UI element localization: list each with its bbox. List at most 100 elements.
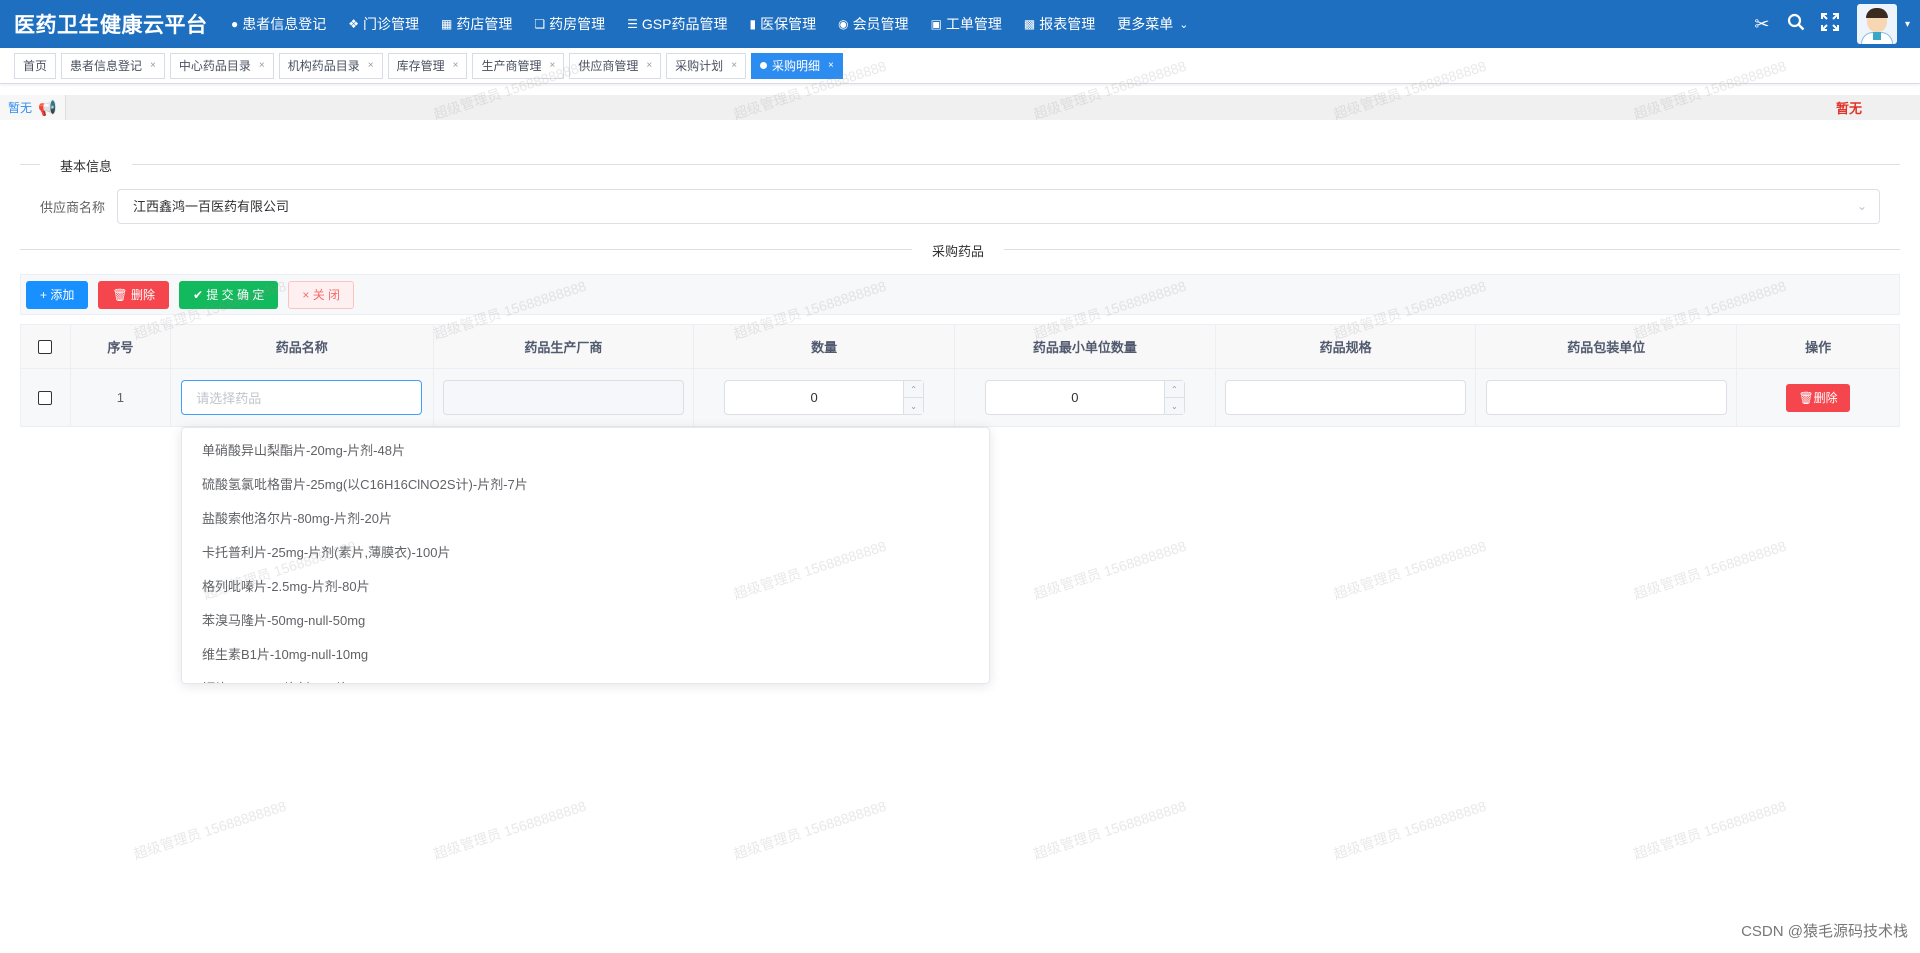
close-icon[interactable]: × [453, 54, 459, 78]
drug-option[interactable]: 维生素B1片-10mg-null-10mg [182, 638, 989, 672]
scissors-icon[interactable]: ✂ [1745, 14, 1779, 35]
tab-inventory[interactable]: 库存管理 × [387, 52, 468, 79]
footer-credit: CSDN @猿毛源码技术栈 [1741, 923, 1908, 940]
close-icon[interactable]: × [549, 54, 555, 78]
plus-icon: + [40, 287, 51, 302]
header-manufacturer: 药品生产厂商 [433, 325, 695, 369]
watermark: 超级管理员 15688888888 [1631, 797, 1789, 863]
quantity-stepper[interactable]: 0 ⌃ ⌄ [724, 380, 925, 415]
tab-supplier[interactable]: 供应商管理 × [569, 52, 662, 79]
drug-option[interactable]: 格列吡嗪片-2.5mg-片剂-80片 [182, 570, 989, 604]
nav-patient-register[interactable]: ● 患者信息登记 [220, 0, 337, 48]
caret-down-icon[interactable]: ▾ [1905, 19, 1910, 30]
notice-left: 暂无 📢 [0, 95, 66, 120]
section-title-basic: 基本信息 [40, 156, 133, 175]
header-quantity: 数量 [694, 325, 955, 369]
header-drug-name: 药品名称 [170, 325, 434, 369]
drug-option[interactable]: 硫酸氢氯吡格雷片-25mg(以C16H16ClNO2S计)-片剂-7片 [182, 468, 989, 502]
tab-manufacturer[interactable]: 生产商管理 × [472, 52, 565, 79]
header-index: 序号 [70, 325, 171, 369]
close-icon[interactable]: × [259, 54, 265, 78]
github-icon: ◉ [838, 17, 849, 31]
watermark: 超级管理员 15688888888 [431, 797, 589, 863]
trash-icon: 🗑 [112, 287, 131, 302]
drug-name-cell: 请选择药品 [170, 369, 434, 426]
watermark: 超级管理员 15688888888 [1031, 537, 1189, 603]
search-icon[interactable] [1779, 13, 1813, 36]
pack-unit-input[interactable] [1485, 380, 1727, 415]
decrease-icon[interactable]: ⌄ [904, 398, 924, 414]
min-unit-qty-value: 0 [1071, 390, 1079, 405]
user-icon: ● [231, 17, 239, 31]
increase-icon[interactable]: ⌃ [1164, 381, 1184, 398]
nav-report[interactable]: ▩ 报表管理 [1013, 0, 1106, 48]
row-delete-button[interactable]: 🗑删除 [1786, 383, 1850, 412]
drug-option[interactable]: 卡托普利片-25mg-片剂(素片,薄膜衣)-100片 [182, 536, 989, 570]
row-checkbox[interactable] [38, 390, 53, 405]
pack-unit-cell [1476, 369, 1738, 426]
tab-home[interactable]: 首页 [14, 52, 57, 79]
drug-select-input[interactable]: 请选择药品 [181, 380, 423, 415]
min-unit-qty-cell: 0 ⌃ ⌄ [955, 369, 1216, 426]
close-icon[interactable]: × [828, 54, 834, 78]
store-icon: ▦ [441, 17, 453, 31]
pharmacy-icon: ❏ [534, 17, 546, 31]
add-button[interactable]: + 添加 [26, 280, 89, 309]
tab-center-drug-catalog[interactable]: 中心药品目录 × [169, 52, 274, 79]
min-unit-qty-stepper[interactable]: 0 ⌃ ⌄ [984, 380, 1185, 415]
drug-select-placeholder: 请选择药品 [196, 391, 262, 406]
tab-patient-register[interactable]: 患者信息登记 × [61, 52, 165, 79]
notice-left-text: 暂无 [8, 101, 33, 115]
nav-more[interactable]: 更多菜单 ⌄ [1106, 0, 1199, 48]
manufacturer-input [442, 380, 684, 415]
clinic-icon: ❖ [348, 17, 360, 31]
user-avatar[interactable] [1856, 4, 1897, 44]
table-toolbar: + 添加 🗑 删除 ✔ 提 交 确 定 × 关 闭 [20, 274, 1900, 315]
section-title-drugs: 采购药品 [912, 241, 1005, 260]
action-cell: 🗑删除 [1737, 369, 1899, 426]
decrease-icon[interactable]: ⌄ [1164, 398, 1184, 414]
header-spec: 药品规格 [1215, 325, 1477, 369]
close-icon[interactable]: × [731, 54, 737, 78]
tab-org-drug-catalog[interactable]: 机构药品目录 × [278, 52, 383, 79]
nav-pharmacy[interactable]: ❏ 药房管理 [523, 0, 616, 48]
select-all-checkbox[interactable] [38, 339, 53, 354]
tab-purchase-plan[interactable]: 采购计划 × [666, 52, 747, 79]
nav-insurance[interactable]: ▮ 医保管理 [738, 0, 827, 48]
manufacturer-cell [433, 369, 695, 426]
submit-button[interactable]: ✔ 提 交 确 定 [178, 280, 279, 309]
notice-bar: 暂无 📢 暂无 [0, 95, 1920, 120]
app-title: 医药卫生健康云平台 [14, 14, 208, 37]
chevron-down-icon: ⌄ [1856, 199, 1867, 213]
delete-button[interactable]: 🗑 删除 [98, 280, 169, 309]
supplier-select[interactable]: 江西鑫鸿一百医药有限公司 ⌄ [117, 189, 1880, 224]
increase-icon[interactable]: ⌃ [904, 381, 924, 398]
tab-purchase-detail[interactable]: 采购明细 × [751, 52, 843, 79]
section-divider-basic [20, 164, 1900, 165]
close-icon[interactable]: × [150, 54, 156, 78]
nav-gsp[interactable]: ☰ GSP药品管理 [616, 0, 738, 48]
nav-workorder[interactable]: ▣ 工单管理 [920, 0, 1013, 48]
tags-view-bar: 首页 患者信息登记 × 中心药品目录 × 机构药品目录 × 库存管理 × 生产商管理 × … [0, 48, 1920, 84]
watermark: 超级管理员 15688888888 [1331, 537, 1489, 603]
spec-input[interactable] [1225, 380, 1467, 415]
fullscreen-icon[interactable] [1813, 12, 1847, 36]
close-icon[interactable]: × [646, 54, 652, 78]
trash-icon: 🗑 [1798, 390, 1814, 405]
drug-option[interactable]: 盐酸索他洛尔片-80mg-片剂-20片 [182, 502, 989, 536]
close-icon: × [302, 287, 313, 302]
watermark: 超级管理员 15688888888 [1031, 797, 1189, 863]
nav-clinic[interactable]: ❖ 门诊管理 [337, 0, 430, 48]
order-icon: ▣ [930, 17, 942, 31]
active-dot-icon [760, 62, 768, 69]
close-button[interactable]: × 关 闭 [288, 280, 355, 309]
quantity-cell: 0 ⌃ ⌄ [694, 369, 955, 426]
drug-option[interactable]: 单硝酸异山梨酯片-20mg-片剂-48片 [182, 434, 989, 468]
nav-member[interactable]: ◉ 会员管理 [827, 0, 919, 48]
drug-option[interactable]: 钙片-1000mg-片剂-100片 [182, 672, 989, 683]
close-icon[interactable]: × [368, 54, 374, 78]
header-min-unit-qty: 药品最小单位数量 [955, 325, 1216, 369]
nav-drugstore[interactable]: ▦ 药店管理 [430, 0, 523, 48]
drug-option[interactable]: 苯溴马隆片-50mg-null-50mg [182, 604, 989, 638]
header-select-all [21, 325, 71, 369]
